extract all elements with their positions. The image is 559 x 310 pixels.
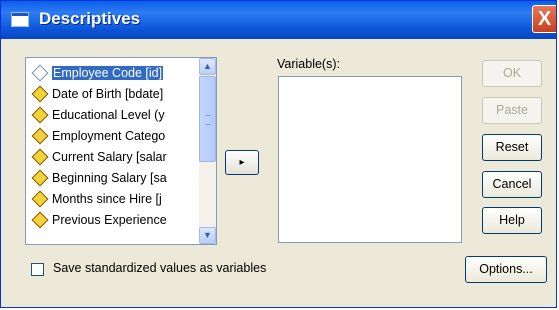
save-standardized-label: Save standardized values as variables	[53, 261, 267, 275]
close-button[interactable]: X	[532, 5, 556, 33]
ok-button[interactable]: OK	[482, 60, 542, 87]
list-scrollbar[interactable]: ▲ ▼	[199, 58, 216, 244]
title-bar[interactable]: Descriptives X	[1, 1, 556, 39]
scale-variable-icon	[31, 106, 49, 124]
help-button[interactable]: Help	[482, 207, 542, 234]
variables-label: Variable(s):	[277, 57, 340, 71]
scroll-down-icon[interactable]: ▼	[199, 227, 216, 244]
save-standardized-checkbox[interactable]	[31, 263, 44, 276]
id-variable-icon	[31, 64, 49, 82]
cancel-button[interactable]: Cancel	[482, 171, 542, 198]
window-title: Descriptives	[39, 9, 141, 28]
options-button[interactable]: Options...	[465, 256, 547, 283]
scale-variable-icon	[31, 85, 49, 103]
arrow-right-icon: ▸	[239, 157, 245, 168]
scale-variable-icon	[31, 190, 49, 208]
scroll-thumb[interactable]	[199, 76, 216, 162]
scale-variable-icon	[31, 211, 49, 229]
paste-button[interactable]: Paste	[482, 97, 542, 124]
move-to-variables-button[interactable]: ▸	[225, 150, 259, 175]
scale-variable-icon	[31, 148, 49, 166]
reset-button[interactable]: Reset	[482, 134, 542, 161]
selected-variables-list[interactable]	[278, 76, 462, 243]
window-icon	[11, 12, 29, 27]
scale-variable-icon	[31, 127, 49, 145]
scroll-up-icon[interactable]: ▲	[199, 58, 216, 75]
descriptives-dialog: Descriptives X Employee Code [id] Date o…	[0, 0, 557, 308]
scale-variable-icon	[31, 169, 49, 187]
source-variable-list[interactable]: Employee Code [id] Date of Birth [bdate]…	[25, 57, 217, 245]
grip-icon	[205, 115, 211, 125]
